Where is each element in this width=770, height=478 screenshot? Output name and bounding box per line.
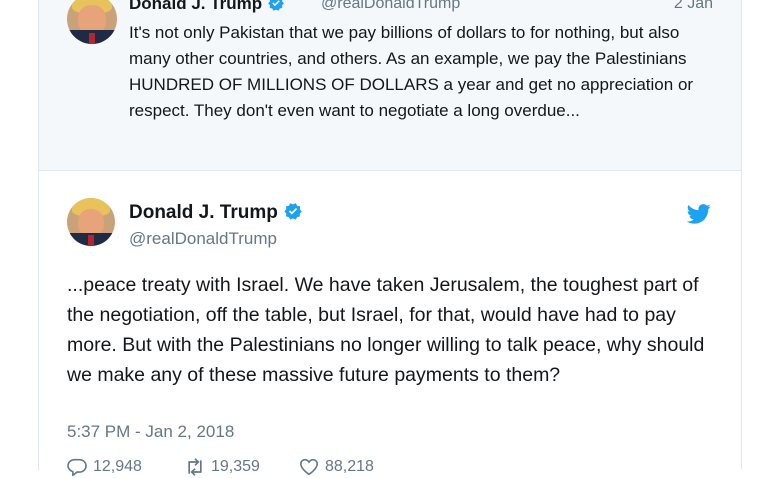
main-author-handle[interactable]: @realDonaldTrump xyxy=(129,229,277,249)
retweet-count: 19,359 xyxy=(211,458,260,475)
heart-icon xyxy=(299,458,319,476)
reply-count: 12,948 xyxy=(93,458,142,475)
parent-tweet-date[interactable]: 2 Jan xyxy=(674,0,713,13)
retweet-button[interactable]: 19,359 xyxy=(185,458,260,476)
reply-button[interactable]: 12,948 xyxy=(67,458,142,476)
main-author-name[interactable]: Donald J. Trump xyxy=(129,201,303,224)
like-count: 88,218 xyxy=(325,458,374,475)
twitter-bird-icon[interactable] xyxy=(687,204,711,224)
parent-avatar[interactable] xyxy=(67,0,117,44)
parent-tweet[interactable]: Donald J. Trump @realDonaldTrump 2 Jan I… xyxy=(39,0,741,171)
main-tweet-timestamp[interactable]: 5:37 PM - Jan 2, 2018 xyxy=(67,422,234,442)
parent-tweet-text: It's not only Pakistan that we pay billi… xyxy=(129,23,694,120)
tweet-thread-card: Donald J. Trump @realDonaldTrump 2 Jan I… xyxy=(38,0,742,476)
verified-badge-icon xyxy=(284,203,302,220)
parent-author-handle[interactable]: @realDonaldTrump xyxy=(321,0,460,13)
reply-icon xyxy=(67,458,87,476)
like-button[interactable]: 88,218 xyxy=(299,458,374,476)
tweet-actions: 12,948 19,359 88,218 xyxy=(67,458,717,478)
main-author-name-text: Donald J. Trump xyxy=(129,202,278,223)
parent-author-name[interactable]: Donald J. Trump xyxy=(129,0,285,14)
main-tweet-text: ...peace treaty with Israel. We have tak… xyxy=(67,274,705,386)
verified-badge-icon xyxy=(268,0,284,11)
parent-author-name-text: Donald J. Trump xyxy=(129,0,263,13)
retweet-icon xyxy=(188,458,202,476)
main-avatar[interactable] xyxy=(67,198,115,246)
